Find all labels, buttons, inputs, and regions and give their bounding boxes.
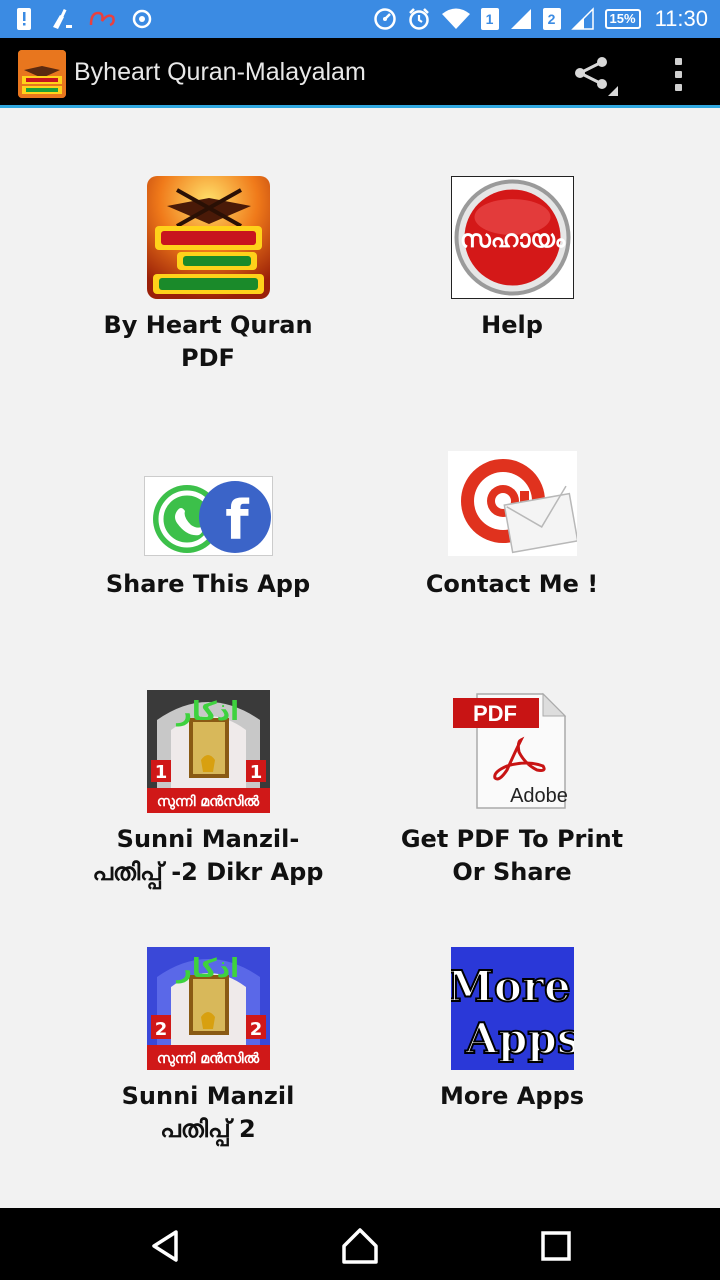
label-line-1: Help xyxy=(481,311,543,339)
label-line-2: PDF xyxy=(181,344,235,372)
tile-badge: 1 xyxy=(154,762,167,783)
sim2-badge: 2 xyxy=(542,8,561,30)
label-line-1: Contact Me ! xyxy=(425,570,599,598)
sim1-badge: 1 xyxy=(480,8,499,30)
label-line-1: Sunni Manzil- xyxy=(116,825,300,853)
grid-item-help[interactable]: സഹായം Help xyxy=(332,176,692,342)
sim2-signal-icon xyxy=(570,7,595,31)
app-title: Byheart Quran-Malayalam xyxy=(74,58,366,86)
sync-icon xyxy=(130,7,154,31)
share-icon[interactable] xyxy=(572,54,620,98)
grid-item-get-pdf[interactable]: PDF Adobe Get PDF To Print Or Share xyxy=(332,690,692,889)
label-line-1: Get PDF To Print xyxy=(400,825,624,853)
label-line-2: Or Share xyxy=(452,858,572,886)
more-apps-tile-line2: Apps xyxy=(464,1014,573,1063)
alarm-icon xyxy=(407,7,431,31)
pdf-adobe-icon[interactable]: PDF Adobe xyxy=(450,690,574,813)
pdf-brand: Adobe xyxy=(510,785,568,807)
tile-badge: 1 xyxy=(249,762,262,783)
cleaner-icon xyxy=(50,7,74,31)
pdf-tag: PDF xyxy=(473,701,517,726)
carrier-icon xyxy=(88,7,116,31)
label-line-1: More Apps xyxy=(439,1082,585,1110)
label-line-1: Sunni Manzil xyxy=(121,1082,295,1110)
navigation-bar xyxy=(0,1208,720,1280)
overflow-menu-icon[interactable] xyxy=(660,54,696,94)
home-icon[interactable] xyxy=(340,1226,380,1266)
grid-item-label[interactable]: Sunni Manzil- പതിപ്പ് -2 Dikr App xyxy=(58,823,358,889)
data-saver-icon xyxy=(373,7,397,31)
grid-item-label[interactable]: Share This App xyxy=(58,568,358,601)
grid-item-label[interactable]: By Heart Quran PDF xyxy=(58,309,358,375)
wifi-icon xyxy=(441,7,471,31)
battery-indicator: 15% xyxy=(604,9,641,29)
grid-item-label[interactable]: Get PDF To Print Or Share xyxy=(362,823,662,889)
svg-text:اذکار: اذکار xyxy=(174,697,238,727)
sim1-signal-icon xyxy=(509,7,533,31)
tile-banner: സുന്നി മൻസിൽ xyxy=(156,794,259,810)
grid-item-more-apps[interactable]: More Apps More Apps xyxy=(332,947,692,1113)
status-bar: 1 2 15% 11:30 xyxy=(0,0,720,38)
svg-text:f: f xyxy=(225,489,249,552)
more-apps-tile-line1: More xyxy=(451,962,571,1011)
sunni-manzil-2-icon[interactable]: اذکار 2 2 സുന്നി മൻസിൽ xyxy=(146,947,270,1070)
tile-badge: 2 xyxy=(249,1019,262,1040)
label-line-2: പതിപ്പ് -2 Dikr App xyxy=(92,858,324,886)
tile-badge: 2 xyxy=(154,1019,167,1040)
email-at-icon[interactable] xyxy=(447,451,577,556)
back-icon[interactable] xyxy=(146,1226,186,1266)
label-line-1: By Heart Quran xyxy=(103,311,313,339)
grid-item-label[interactable]: Sunni Manzil പതിപ്പ് 2 xyxy=(58,1080,358,1146)
grid-item-label[interactable]: More Apps xyxy=(362,1080,662,1113)
alert-icon xyxy=(12,7,36,31)
status-time: 11:30 xyxy=(654,6,708,31)
whatsapp-facebook-icon[interactable]: f xyxy=(143,476,273,556)
svg-text:اذکار: اذکار xyxy=(174,954,238,984)
app-bar: Byheart Quran-Malayalam xyxy=(0,38,720,108)
app-logo-icon xyxy=(18,50,66,98)
grid-item-contact[interactable]: Contact Me ! xyxy=(332,451,692,601)
sunni-manzil-1-icon[interactable]: اذکار 1 1 സുന്നി മൻസിൽ xyxy=(146,690,270,813)
more-apps-icon[interactable]: More Apps xyxy=(450,947,574,1070)
quran-book-icon[interactable] xyxy=(146,176,270,299)
grid-item-label[interactable]: Contact Me ! xyxy=(362,568,662,601)
label-line-1: Share This App xyxy=(105,570,311,598)
label-line-2: പതിപ്പ് 2 xyxy=(160,1115,256,1143)
recents-icon[interactable] xyxy=(536,1226,576,1266)
tile-banner: സുന്നി മൻസിൽ xyxy=(156,1051,259,1067)
grid-item-label[interactable]: Help xyxy=(362,309,662,342)
help-button-icon[interactable]: സഹായം xyxy=(450,176,574,299)
help-tile-text: സഹായം xyxy=(459,225,565,253)
